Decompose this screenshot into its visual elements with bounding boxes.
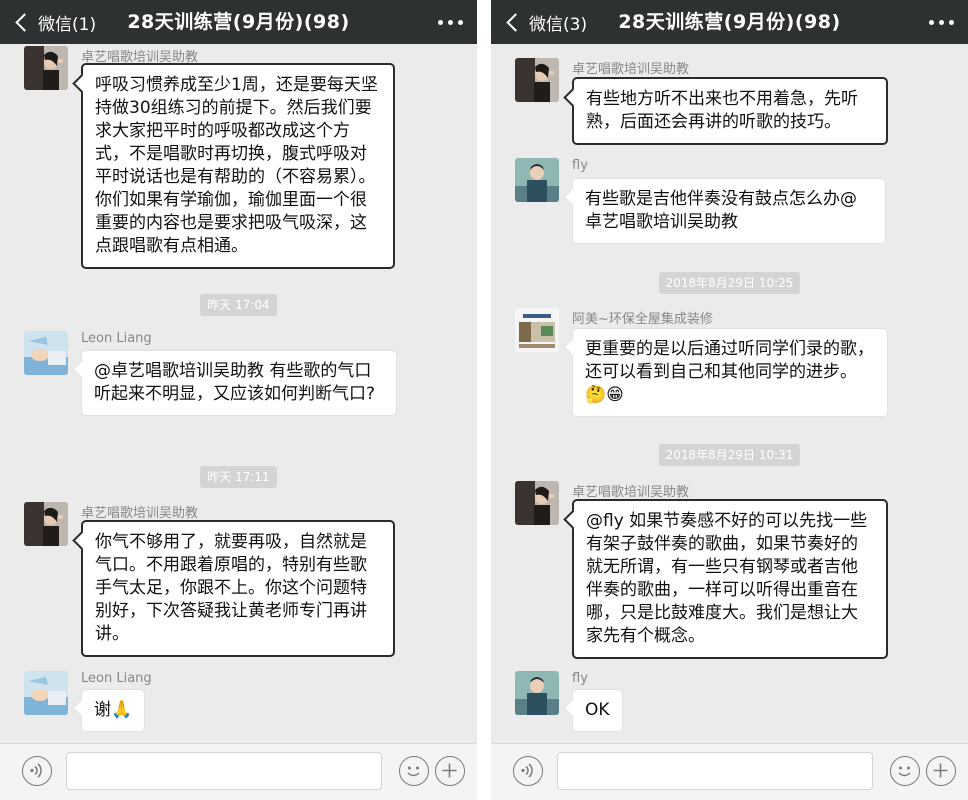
emoji-icon [407, 766, 420, 777]
voice-icon [30, 763, 42, 778]
chat-screen-left: 28天训练营(9月份)(98) 微信(1) 卓艺唱歌培训吴助教 呼吸习惯养成至少… [0, 0, 477, 800]
plus-icon [442, 763, 457, 778]
message-bubble[interactable]: @fly 如果节奏感不好的可以先找一些有架子鼓伴奏的歌曲，如果节奏好的就无所谓，… [572, 499, 888, 659]
avatar[interactable] [24, 671, 68, 715]
more-button[interactable] [438, 0, 463, 44]
voice-button[interactable] [513, 756, 543, 786]
avatar[interactable] [515, 671, 559, 715]
input-bar [0, 743, 477, 800]
sender-name: 卓艺唱歌培训吴助教 [81, 506, 199, 521]
voice-icon [521, 763, 533, 778]
message-list[interactable]: 卓艺唱歌培训吴助教 有些地方听不出来也不用着急，先听熟，后面还会再讲的听歌的技巧… [491, 44, 968, 744]
timestamp: 昨天 17:11 [0, 466, 477, 488]
emoji-icon [898, 766, 911, 777]
sender-name: 卓艺唱歌培训吴助教 [572, 62, 690, 77]
message-bubble[interactable]: 更重要的是以后通过听同学们录的歌，还可以看到自己和其他同学的进步。🤔😁 [572, 328, 888, 417]
emoji-button[interactable] [890, 756, 920, 786]
back-label: 微信(1) [38, 14, 97, 35]
avatar[interactable] [515, 58, 559, 102]
voice-button[interactable] [22, 756, 52, 786]
navigation-bar: 28天训练营(9月份)(98) 微信(1) [0, 0, 477, 44]
avatar[interactable] [24, 502, 68, 546]
message-bubble[interactable]: 你气不够用了，就要再吸，自然就是气口。不用跟着原唱的，特别有些歌手气太足，你跟不… [81, 520, 395, 657]
message-bubble[interactable]: OK [572, 689, 623, 732]
plus-button[interactable] [435, 756, 465, 786]
emoji-button[interactable] [399, 756, 429, 786]
back-label: 微信(3) [529, 14, 588, 35]
back-button[interactable]: 微信(3) [499, 0, 587, 44]
avatar[interactable] [515, 158, 559, 202]
message-bubble[interactable]: 呼吸习惯养成至少1周，还是要每天坚持做30组练习的前提下。然后我们要求大家把平时… [81, 63, 395, 269]
avatar[interactable] [515, 308, 559, 352]
message-list[interactable]: 卓艺唱歌培训吴助教 呼吸习惯养成至少1周，还是要每天坚持做30组练习的前提下。然… [0, 44, 477, 744]
timestamp: 昨天 17:04 [0, 294, 477, 316]
plus-button[interactable] [926, 756, 956, 786]
sender-name: 阿美~环保全屋集成装修 [572, 312, 713, 327]
sender-name: Leon Liang [81, 331, 152, 346]
message-bubble[interactable]: 有些歌是吉他伴奏没有鼓点怎么办@卓艺唱歌培训吴助教 [572, 178, 886, 244]
navigation-bar: 28天训练营(9月份)(98) 微信(3) [491, 0, 968, 44]
plus-icon [933, 763, 948, 778]
chevron-left-icon [506, 12, 525, 32]
avatar[interactable] [515, 481, 559, 525]
sender-name: fly [572, 158, 588, 173]
more-dots-icon [929, 19, 934, 25]
sender-name: 卓艺唱歌培训吴助教 [572, 485, 690, 500]
timestamp: 2018年8月29日 10:31 [491, 444, 968, 466]
avatar[interactable] [24, 331, 68, 375]
sender-name: Leon Liang [81, 671, 152, 686]
avatar[interactable] [24, 46, 68, 90]
more-dots-icon [438, 19, 443, 25]
more-button[interactable] [929, 0, 954, 44]
message-bubble[interactable]: 有些地方听不出来也不用着急，先听熟，后面还会再讲的听歌的技巧。 [572, 77, 888, 145]
chat-screen-right: 28天训练营(9月份)(98) 微信(3) 卓艺唱歌培训吴助教 有些地方听不出来… [491, 0, 968, 800]
chevron-left-icon [15, 12, 34, 32]
timestamp: 2018年8月29日 10:25 [491, 272, 968, 294]
back-button[interactable]: 微信(1) [8, 0, 96, 44]
message-input[interactable] [557, 752, 873, 790]
sender-name: fly [572, 671, 588, 686]
input-bar [491, 743, 968, 800]
message-input[interactable] [66, 752, 382, 790]
message-bubble[interactable]: 谢🙏 [81, 689, 146, 732]
message-bubble[interactable]: @卓艺唱歌培训吴助教 有些歌的气口听起来不明显，又应该如何判断气口? [81, 350, 397, 416]
